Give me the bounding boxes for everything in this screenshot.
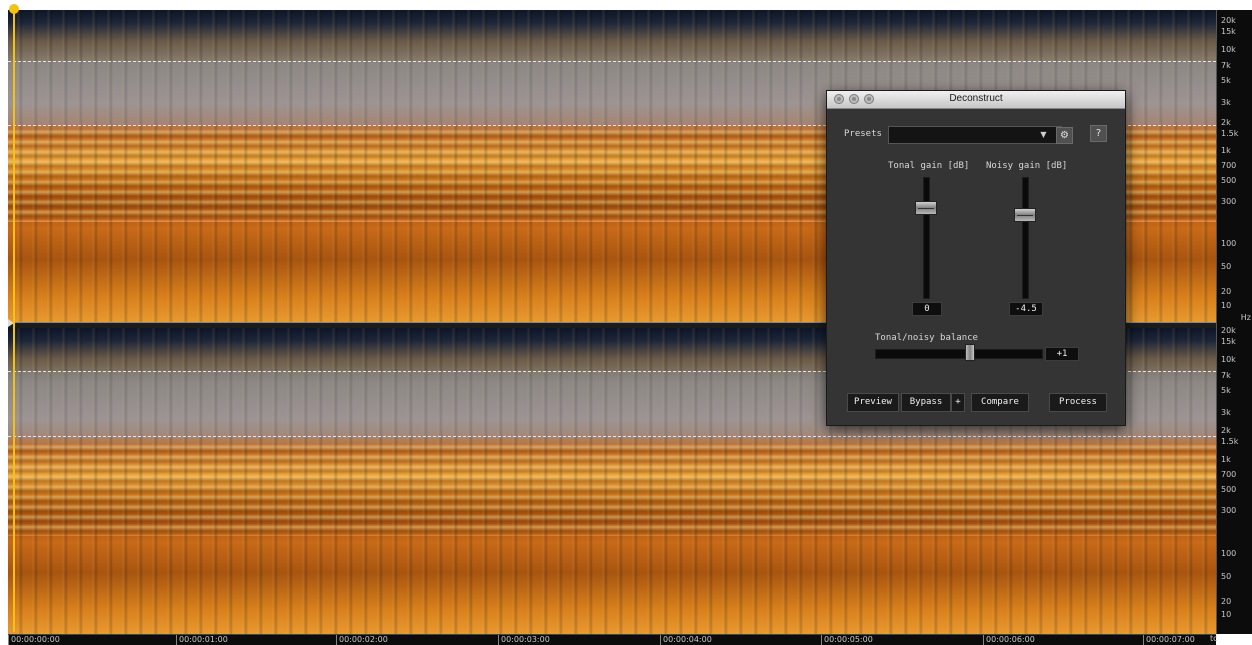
- hz-label: 1k: [1221, 455, 1231, 464]
- balance-slider[interactable]: [875, 349, 1043, 359]
- hz-label: 15k: [1221, 27, 1236, 36]
- dialog-titlebar[interactable]: Deconstruct: [827, 91, 1125, 109]
- hz-label: 1.5k: [1221, 437, 1239, 446]
- balance-label: Tonal/noisy balance: [875, 333, 978, 343]
- preview-button[interactable]: Preview: [847, 393, 899, 412]
- hz-unit-label: Hz: [1240, 313, 1251, 322]
- timecode-unit-label: tc: [1210, 634, 1218, 643]
- tonal-gain-fader-handle[interactable]: [915, 201, 937, 215]
- hz-label: 1.5k: [1221, 129, 1239, 138]
- hz-label: 10k: [1221, 355, 1236, 364]
- hz-label: 700: [1221, 470, 1237, 479]
- tonal-gain-label: Tonal gain [dB]: [888, 161, 970, 171]
- tonal-gain-fader[interactable]: [923, 177, 930, 299]
- hz-label: 700: [1221, 161, 1237, 170]
- balance-value[interactable]: +1: [1045, 347, 1079, 361]
- help-button[interactable]: ?: [1090, 125, 1107, 142]
- noisy-gain-fader-handle[interactable]: [1014, 208, 1036, 222]
- presets-select[interactable]: [888, 126, 1062, 144]
- hz-label: 100: [1221, 549, 1237, 558]
- time-ruler[interactable]: 00:00:00:00 00:00:01:00 00:00:02:00 00:0…: [8, 634, 1216, 645]
- hz-label: 20: [1221, 287, 1232, 296]
- hz-label: 10k: [1221, 45, 1236, 54]
- hz-label: 20k: [1221, 326, 1236, 335]
- compare-button[interactable]: Compare: [971, 393, 1029, 412]
- hz-label: 15k: [1221, 337, 1236, 346]
- hz-label: 500: [1221, 485, 1237, 494]
- tonal-gain-value[interactable]: 0: [912, 302, 942, 316]
- bypass-button[interactable]: Bypass: [901, 393, 951, 412]
- hz-label: 50: [1221, 262, 1232, 271]
- chevron-down-icon[interactable]: ▼: [1038, 127, 1049, 143]
- balance-slider-handle[interactable]: [965, 344, 975, 361]
- hz-label: 300: [1221, 506, 1237, 515]
- hz-label: 2k: [1221, 426, 1231, 435]
- hz-label: 500: [1221, 176, 1237, 185]
- deconstruct-dialog: Deconstruct Presets ▼ ⚙ ? Tonal gain [dB…: [826, 90, 1126, 426]
- hz-label: 3k: [1221, 98, 1231, 107]
- hz-label: 50: [1221, 572, 1232, 581]
- hz-label: 7k: [1221, 61, 1231, 70]
- hz-label: 7k: [1221, 371, 1231, 380]
- hz-label: 1k: [1221, 146, 1231, 155]
- playhead-handle[interactable]: [9, 4, 19, 14]
- playhead-line[interactable]: [13, 4, 15, 632]
- hz-label: 100: [1221, 239, 1237, 248]
- bypass-plus-button[interactable]: +: [951, 393, 965, 412]
- process-button[interactable]: Process: [1049, 393, 1107, 412]
- frequency-axis: 20k 15k 10k 7k 5k 3k 2k 1.5k 1k 700 500 …: [1216, 10, 1252, 634]
- hz-label: 5k: [1221, 386, 1231, 395]
- gear-icon[interactable]: ⚙: [1056, 127, 1073, 144]
- hz-label: 20: [1221, 597, 1232, 606]
- hz-label: 20k: [1221, 16, 1236, 25]
- hz-label: 5k: [1221, 76, 1231, 85]
- presets-label: Presets: [844, 129, 882, 139]
- hz-label: 300: [1221, 197, 1237, 206]
- hz-label: 3k: [1221, 408, 1231, 417]
- noisy-gain-fader[interactable]: [1022, 177, 1029, 299]
- hz-label: 2k: [1221, 118, 1231, 127]
- noisy-gain-label: Noisy gain [dB]: [986, 161, 1068, 171]
- hz-label: 10: [1221, 610, 1232, 619]
- hz-label: 10: [1221, 301, 1232, 310]
- window-left-edge: [0, 0, 8, 644]
- dialog-title: Deconstruct: [949, 93, 1003, 104]
- noisy-gain-value[interactable]: -4.5: [1009, 302, 1043, 316]
